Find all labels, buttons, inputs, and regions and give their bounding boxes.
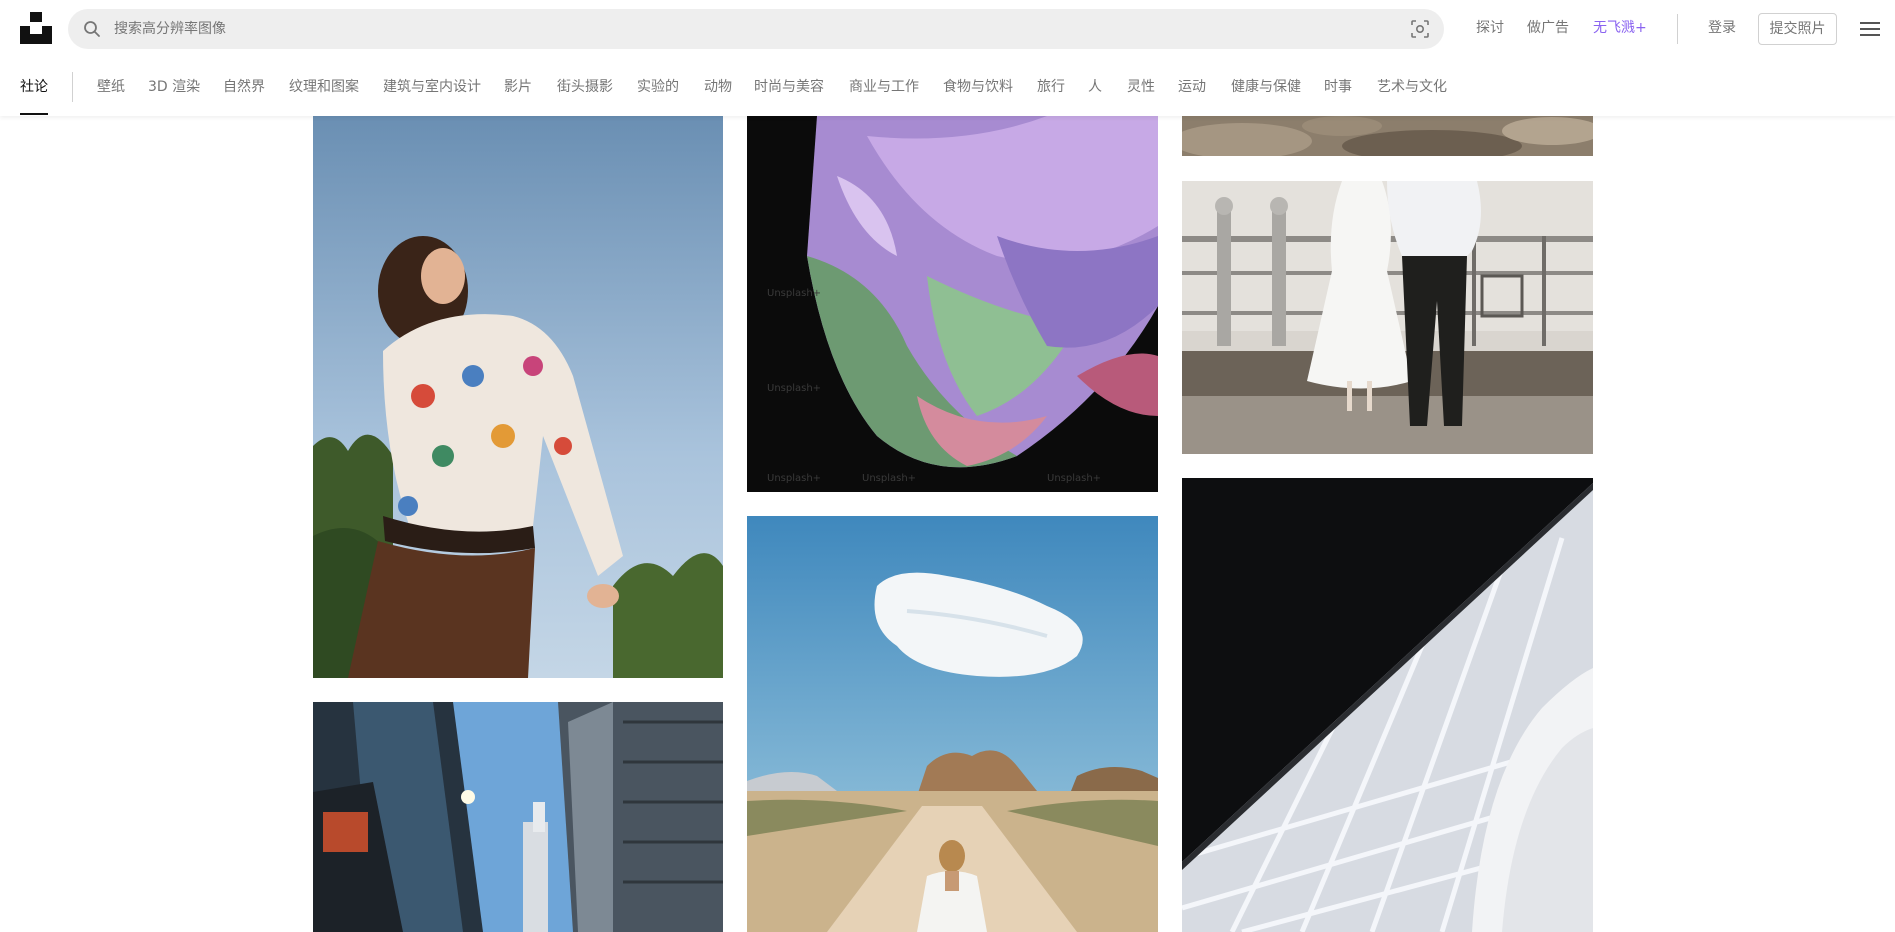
header-divider bbox=[1677, 14, 1678, 44]
category-divider bbox=[72, 72, 73, 102]
category-tab-spirituality[interactable]: 灵性 bbox=[1127, 78, 1155, 96]
login-link[interactable]: 登录 bbox=[1708, 18, 1736, 38]
category-tab-arts-culture[interactable]: 艺术与文化 bbox=[1377, 78, 1447, 96]
category-tab-sports[interactable]: 运动 bbox=[1178, 78, 1206, 96]
photo-textured-top-partial[interactable] bbox=[1182, 116, 1593, 156]
photo-city-skyscrapers[interactable] bbox=[313, 702, 723, 932]
watermark-text: Unsplash+ bbox=[767, 383, 821, 394]
category-tab-health[interactable]: 健康与保健 bbox=[1231, 78, 1301, 96]
search-bar[interactable] bbox=[68, 9, 1444, 49]
category-tab-people[interactable]: 人 bbox=[1088, 78, 1102, 96]
visual-search-icon[interactable] bbox=[1410, 19, 1430, 39]
nav-unsplash-plus-link[interactable]: 无飞溅+ bbox=[1593, 18, 1647, 38]
category-tab-animals[interactable]: 动物 bbox=[704, 78, 732, 96]
category-tab-architecture[interactable]: 建筑与室内设计 bbox=[383, 78, 481, 96]
category-tab-travel[interactable]: 旅行 bbox=[1037, 78, 1065, 96]
category-tab-street[interactable]: 街头摄影 bbox=[557, 78, 613, 96]
submit-photo-button[interactable]: 提交照片 bbox=[1758, 13, 1837, 45]
category-tab-business[interactable]: 商业与工作 bbox=[849, 78, 919, 96]
nav-explore-link[interactable]: 探讨 bbox=[1476, 18, 1504, 38]
category-tab-textures[interactable]: 纹理和图案 bbox=[289, 78, 359, 96]
category-tab-nature[interactable]: 自然界 bbox=[223, 78, 265, 96]
top-bar: 探讨 做广告 无飞溅+ 登录 提交照片 bbox=[0, 0, 1895, 58]
category-tab-fashion[interactable]: 时尚与美容 bbox=[754, 78, 824, 96]
unsplash-logo-icon[interactable] bbox=[20, 12, 52, 44]
photo-desert-road-cloud[interactable] bbox=[747, 516, 1158, 932]
photo-architecture-glass-ceiling[interactable] bbox=[1182, 478, 1593, 932]
photo-iridescent-fabric[interactable]: Unsplash+ Unsplash+ Unsplash+ Unsplash+ … bbox=[747, 116, 1158, 492]
category-tab-editorial[interactable]: 社论 bbox=[20, 78, 48, 96]
search-input[interactable] bbox=[112, 9, 1362, 49]
photo-woman-crochet-sweater[interactable] bbox=[313, 116, 723, 678]
category-tab-film[interactable]: 影片 bbox=[504, 78, 532, 96]
category-tab-experimental[interactable]: 实验的 bbox=[637, 78, 679, 96]
watermark-text: Unsplash+ bbox=[767, 288, 821, 299]
category-tab-current-events[interactable]: 时事 bbox=[1324, 78, 1352, 96]
category-tab-wallpapers[interactable]: 壁纸 bbox=[97, 78, 125, 96]
category-tab-food[interactable]: 食物与饮料 bbox=[943, 78, 1013, 96]
active-tab-underline bbox=[20, 113, 48, 115]
site-header: 探讨 做广告 无飞溅+ 登录 提交照片 社论 壁纸 3D 渲染 自然界 纹理和图… bbox=[0, 0, 1895, 116]
watermark-text: Unsplash+ bbox=[767, 473, 821, 484]
category-nav: 社论 壁纸 3D 渲染 自然界 纹理和图案 建筑与室内设计 影片 街头摄影 实验… bbox=[0, 58, 1895, 116]
photo-wedding-couple-railing[interactable] bbox=[1182, 181, 1593, 454]
category-tab-3d-renders[interactable]: 3D 渲染 bbox=[148, 78, 200, 96]
watermark-text: Unsplash+ bbox=[862, 473, 916, 484]
watermark-text: Unsplash+ bbox=[1047, 473, 1101, 484]
search-icon[interactable] bbox=[82, 19, 102, 39]
nav-advertise-link[interactable]: 做广告 bbox=[1527, 18, 1569, 38]
hamburger-menu-icon[interactable] bbox=[1860, 20, 1880, 38]
